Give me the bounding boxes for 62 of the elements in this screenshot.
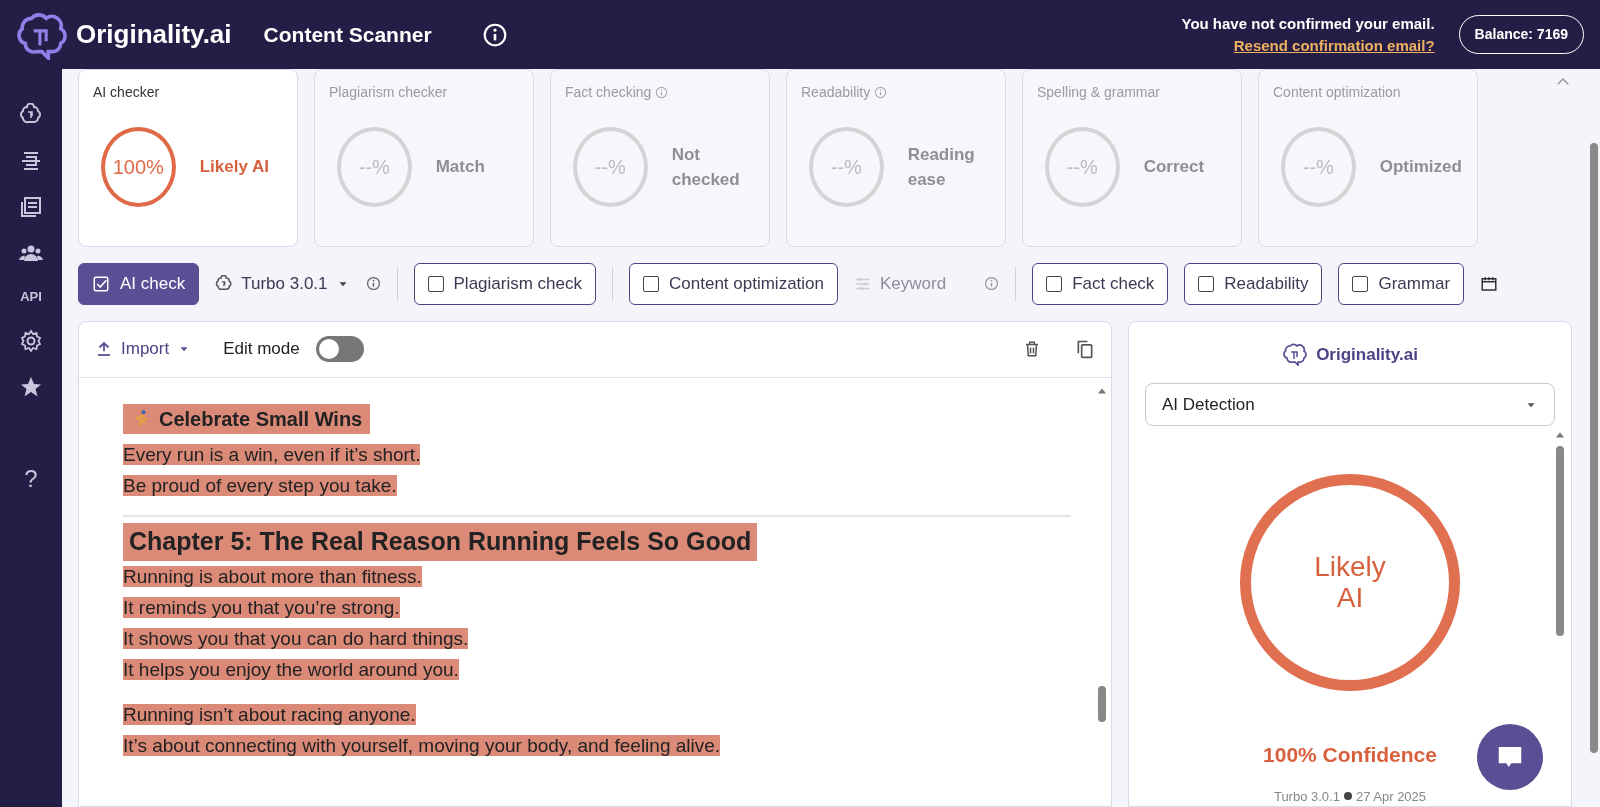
- scanner-icon[interactable]: [19, 149, 43, 173]
- card-title: Plagiarism checker: [329, 83, 448, 102]
- card-title: Fact checking: [565, 83, 652, 102]
- delete-icon[interactable]: [1023, 340, 1041, 358]
- option-toggle[interactable]: Plagiarism check: [413, 263, 596, 305]
- brain-logo-icon: [1282, 342, 1309, 367]
- confidence-label: 100% Confidence: [1263, 742, 1437, 768]
- calendar-icon[interactable]: [1480, 274, 1499, 293]
- score-ring: --%: [337, 127, 412, 207]
- brand-name: Originality.ai: [76, 18, 232, 51]
- page-title: Content Scanner: [262, 21, 432, 48]
- score-ring: --%: [1045, 127, 1120, 207]
- model-dropdown[interactable]: Turbo 3.0.1: [241, 271, 328, 297]
- editor-scrollbar[interactable]: [1098, 685, 1106, 722]
- upload-icon: [95, 340, 113, 358]
- result-label: Reading ease: [907, 143, 976, 191]
- result-label: Match: [435, 156, 486, 179]
- verdict-ring: Likely AI: [1240, 474, 1460, 691]
- sidebar-link[interactable]: API: [20, 287, 42, 307]
- info-icon[interactable]: [481, 21, 508, 48]
- section-heading: Celebrate Small Wins: [123, 403, 371, 434]
- model-name: Turbo 3.0.1: [1273, 787, 1340, 806]
- result-label: Optimized: [1379, 156, 1463, 179]
- email-notice: You have not confirmed your email.: [1181, 13, 1435, 34]
- result-label: Not checked: [671, 143, 741, 191]
- checkbox-icon: [643, 275, 659, 292]
- edit-mode-switch[interactable]: [315, 336, 364, 362]
- card-title: Readability: [801, 83, 871, 102]
- result-label: Correct: [1143, 156, 1206, 179]
- documents-icon[interactable]: [19, 195, 43, 219]
- result-label: Likely AI: [199, 156, 270, 179]
- score-card[interactable]: AI checker 100% Likely AI: [78, 69, 298, 247]
- checkbox-icon: [1198, 275, 1215, 292]
- edit-mode-label: Edit mode: [223, 338, 300, 361]
- option-toggle[interactable]: Fact check: [1032, 263, 1169, 305]
- score-ring: --%: [809, 127, 884, 207]
- checkbox-icon: [1352, 275, 1369, 292]
- dot-icon: [1343, 792, 1352, 801]
- resend-link[interactable]: Resend confirmation email?: [1233, 34, 1435, 57]
- score-ring: --%: [573, 127, 648, 207]
- checkbox-icon: [427, 275, 444, 292]
- checkbox-icon: [1046, 275, 1063, 292]
- card-title: Spelling & grammar: [1037, 83, 1160, 102]
- settings-icon[interactable]: [19, 328, 43, 353]
- card-title: Content optimization: [1273, 83, 1401, 102]
- import-dropdown[interactable]: Import: [121, 336, 170, 362]
- score-ring: --%: [1281, 127, 1356, 207]
- page-scrollbar[interactable]: [1590, 143, 1598, 753]
- checkbox-checked-icon: [92, 274, 110, 293]
- scan-date: 27 Apr 2025: [1355, 787, 1427, 806]
- option-toggle[interactable]: Grammar: [1338, 263, 1465, 305]
- detection-select[interactable]: AI Detection: [1145, 383, 1555, 427]
- option-toggle[interactable]: AI check: [78, 263, 200, 305]
- option-toggle[interactable]: Content optimization: [629, 263, 838, 305]
- option-toggle[interactable]: Readability: [1184, 263, 1323, 305]
- sidebar-link[interactable]: ?: [24, 460, 38, 497]
- copy-icon[interactable]: [1075, 339, 1095, 359]
- card-title: AI checker: [93, 83, 160, 102]
- score-ring: 100%: [101, 127, 176, 207]
- panel-scrollbar[interactable]: [1556, 445, 1564, 636]
- chapter-heading: Chapter 5: The Real Reason Running Feels So Good: [123, 523, 758, 561]
- brand-name: Originality.ai: [1316, 343, 1418, 366]
